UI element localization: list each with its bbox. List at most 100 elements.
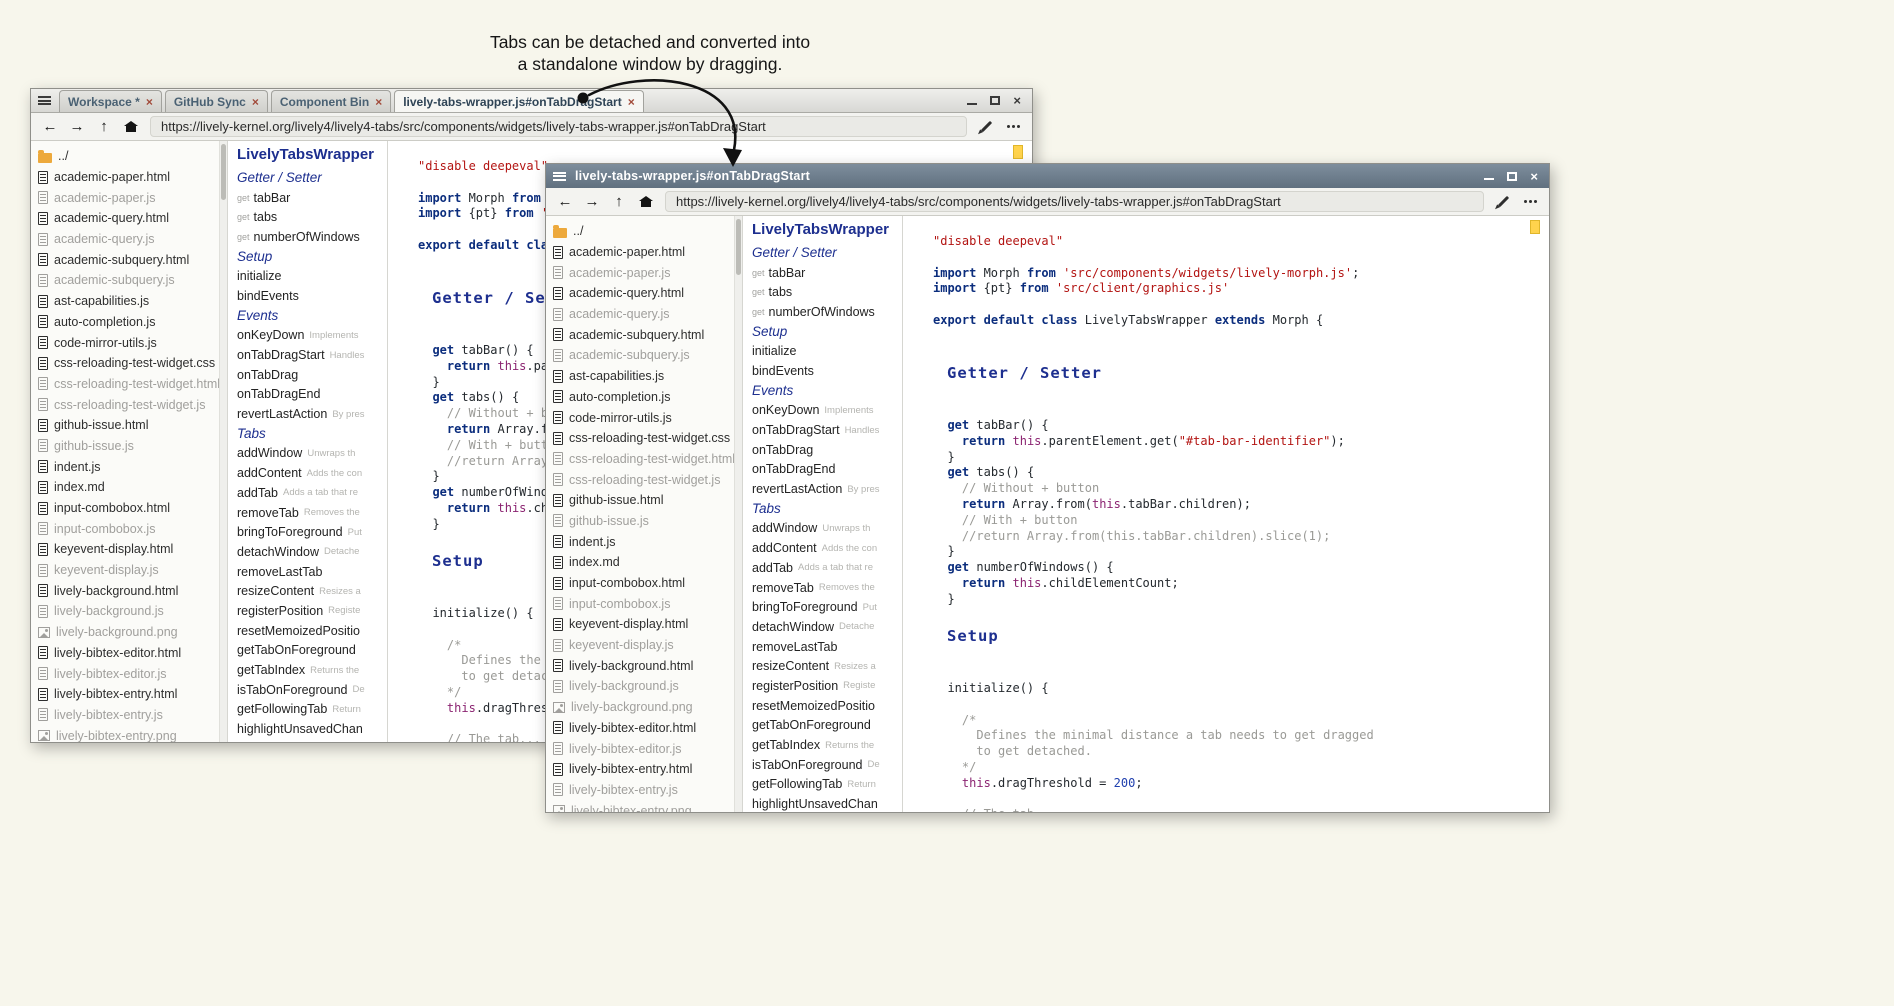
- outline-method[interactable]: onKeyDownImplements: [752, 401, 902, 421]
- file-item[interactable]: lively-background.html: [553, 655, 734, 676]
- outline-method[interactable]: bindEvents: [237, 286, 387, 306]
- outline-method[interactable]: addTabAdds a tab that re: [752, 558, 902, 578]
- file-item[interactable]: code-mirror-utils.js: [38, 332, 219, 353]
- outline-class-title[interactable]: LivelyTabsWrapper: [237, 146, 387, 168]
- outline-method[interactable]: resizeContentResizes a: [752, 656, 902, 676]
- scrollbar-thumb[interactable]: [221, 144, 226, 200]
- file-item[interactable]: academic-query.js: [553, 304, 734, 325]
- file-item[interactable]: keyevent-display.html: [553, 614, 734, 635]
- file-item[interactable]: academic-paper.js: [553, 262, 734, 283]
- file-item[interactable]: lively-bibtex-entry.js: [38, 705, 219, 726]
- outline-method[interactable]: getFollowingTabReturn: [237, 700, 387, 720]
- outline-method[interactable]: getnumberOfWindows: [752, 302, 902, 322]
- tab-close-icon[interactable]: ×: [628, 95, 635, 109]
- outline-method[interactable]: removeLastTab: [237, 562, 387, 582]
- file-item[interactable]: css-reloading-test-widget.css: [553, 428, 734, 449]
- file-item[interactable]: academic-query.html: [38, 208, 219, 229]
- file-list-scrollbar[interactable]: [219, 141, 228, 742]
- outline-method[interactable]: getTabIndexReturns the: [752, 735, 902, 755]
- outline-method[interactable]: bindEvents: [752, 361, 902, 381]
- file-item[interactable]: academic-paper.html: [38, 167, 219, 188]
- tab-close-icon[interactable]: ×: [146, 95, 153, 109]
- outline-method[interactable]: gettabs: [237, 207, 387, 227]
- file-item[interactable]: index.md: [553, 552, 734, 573]
- menu-icon[interactable]: [553, 172, 566, 181]
- file-list-scrollbar[interactable]: [734, 216, 743, 812]
- file-item[interactable]: lively-background.js: [553, 676, 734, 697]
- outline-method[interactable]: resetMemoizedPositio: [237, 621, 387, 641]
- scrollbar-thumb[interactable]: [736, 219, 741, 275]
- outline-method[interactable]: detachWindowDetache: [752, 617, 902, 637]
- outline-method[interactable]: registerPositionRegiste: [752, 676, 902, 696]
- edit-button[interactable]: [1491, 191, 1515, 213]
- outline-method[interactable]: getTabOnForeground: [237, 641, 387, 661]
- file-item[interactable]: css-reloading-test-widget.html: [38, 374, 219, 395]
- outline-method[interactable]: bringToForegroundPut: [237, 522, 387, 542]
- file-item[interactable]: code-mirror-utils.js: [553, 407, 734, 428]
- url-input[interactable]: https://lively-kernel.org/lively4/lively…: [150, 116, 967, 137]
- maximize-button[interactable]: [1507, 172, 1517, 181]
- outline-method[interactable]: bringToForegroundPut: [752, 597, 902, 617]
- minimize-button[interactable]: [967, 97, 977, 105]
- file-item[interactable]: lively-bibtex-entry.png: [38, 725, 219, 742]
- outline-method[interactable]: gettabBar: [752, 263, 902, 283]
- file-item[interactable]: academic-query.html: [553, 283, 734, 304]
- file-item[interactable]: lively-background.js: [38, 601, 219, 622]
- file-item[interactable]: academic-subquery.html: [38, 249, 219, 270]
- outline-method[interactable]: addContentAdds the con: [752, 538, 902, 558]
- back-button[interactable]: ←: [553, 191, 577, 213]
- home-button[interactable]: [634, 191, 658, 213]
- file-item[interactable]: auto-completion.js: [553, 387, 734, 408]
- outline-method[interactable]: getFollowingTabReturn: [752, 775, 902, 795]
- file-item[interactable]: academic-subquery.js: [553, 345, 734, 366]
- file-item[interactable]: lively-bibtex-entry.html: [553, 759, 734, 780]
- outline-method[interactable]: highlightUnsavedChan: [752, 794, 902, 812]
- outline-class-title[interactable]: LivelyTabsWrapper: [752, 221, 902, 243]
- titlebar[interactable]: lively-tabs-wrapper.js#onTabDragStart ×: [546, 164, 1549, 188]
- close-button[interactable]: ×: [1013, 94, 1021, 107]
- tab[interactable]: GitHub Sync×: [165, 90, 268, 112]
- file-item[interactable]: github-issue.html: [38, 415, 219, 436]
- file-item[interactable]: indent.js: [553, 531, 734, 552]
- file-item[interactable]: ../: [553, 221, 734, 242]
- outline-method[interactable]: initialize: [237, 266, 387, 286]
- outline-method[interactable]: onKeyDownImplements: [237, 326, 387, 346]
- outline-method[interactable]: onTabDragEnd: [237, 385, 387, 405]
- outline-method[interactable]: getnumberOfWindows: [237, 227, 387, 247]
- minimize-button[interactable]: [1484, 172, 1494, 180]
- file-item[interactable]: academic-subquery.js: [38, 270, 219, 291]
- annotation-marker[interactable]: [1013, 145, 1023, 159]
- titlebar[interactable]: Workspace *×GitHub Sync×Component Bin×li…: [31, 89, 1032, 113]
- file-item[interactable]: index.md: [38, 477, 219, 498]
- tab-close-icon[interactable]: ×: [375, 95, 382, 109]
- outline-method[interactable]: getTabOnForeground: [752, 716, 902, 736]
- outline-method[interactable]: detachWindowDetache: [237, 542, 387, 562]
- outline-method[interactable]: removeTabRemoves the: [237, 503, 387, 523]
- file-item[interactable]: lively-bibtex-editor.html: [553, 718, 734, 739]
- outline-method[interactable]: resetMemoizedPositio: [752, 696, 902, 716]
- outline-method[interactable]: gettabs: [752, 282, 902, 302]
- outline-method[interactable]: revertLastActionBy pres: [752, 479, 902, 499]
- forward-button[interactable]: →: [65, 116, 89, 138]
- tab[interactable]: Workspace *×: [59, 90, 162, 112]
- file-item[interactable]: academic-paper.html: [553, 242, 734, 263]
- outline-method[interactable]: onTabDragStartHandles: [752, 420, 902, 440]
- file-item[interactable]: lively-bibtex-editor.js: [38, 663, 219, 684]
- up-button[interactable]: ↑: [92, 116, 116, 138]
- outline-method[interactable]: registerPositionRegiste: [237, 601, 387, 621]
- file-item[interactable]: ast-capabilities.js: [553, 366, 734, 387]
- outline-method[interactable]: addWindowUnwraps th: [752, 519, 902, 539]
- file-item[interactable]: lively-background.png: [38, 622, 219, 643]
- outline-method[interactable]: removeLastTab: [752, 637, 902, 657]
- file-item[interactable]: auto-completion.js: [38, 312, 219, 333]
- outline-method[interactable]: addWindowUnwraps th: [237, 444, 387, 464]
- outline-method[interactable]: gettabBar: [237, 188, 387, 208]
- file-item[interactable]: css-reloading-test-widget.js: [553, 469, 734, 490]
- file-item[interactable]: keyevent-display.js: [553, 635, 734, 656]
- outline-method[interactable]: removeTabRemoves the: [752, 578, 902, 598]
- file-item[interactable]: css-reloading-test-widget.css: [38, 353, 219, 374]
- file-item[interactable]: github-issue.js: [38, 436, 219, 457]
- close-button[interactable]: ×: [1530, 170, 1538, 183]
- file-item[interactable]: keyevent-display.html: [38, 539, 219, 560]
- outline-method[interactable]: addTabAdds a tab that re: [237, 483, 387, 503]
